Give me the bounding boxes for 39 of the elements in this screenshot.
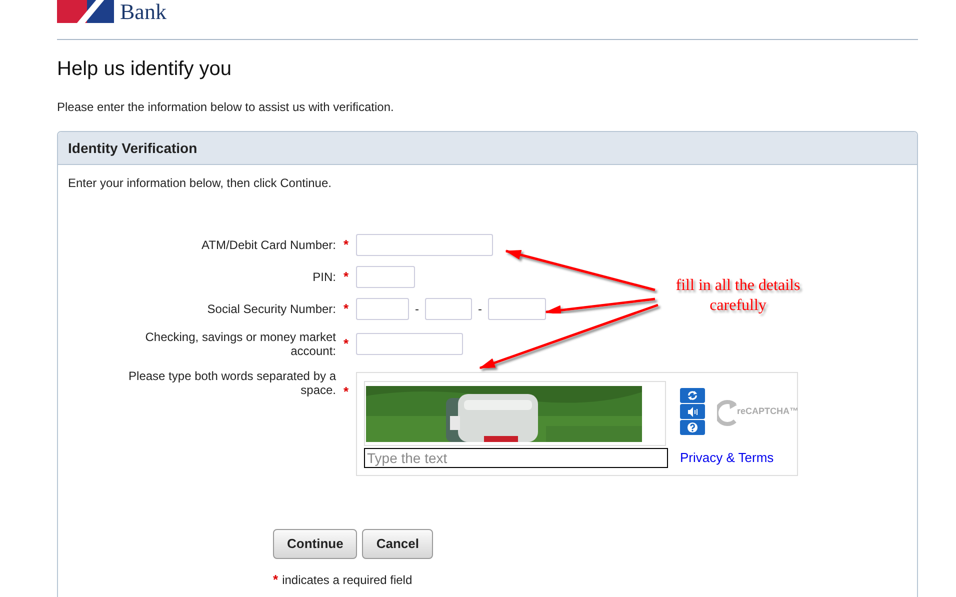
text-field[interactable] [356,266,415,288]
help-button[interactable] [680,420,705,435]
logo-text: reCAPTCHA™ [737,405,799,418]
text-field[interactable] [356,298,409,320]
intro-text: Please enter the information below to assist us with verification. [57,100,395,114]
page-heading: Help us identify you [57,57,233,81]
required-mark: * [273,572,278,587]
field-label: ATM/Debit Card Number: [200,238,336,252]
speaker-icon [686,406,698,416]
required-mark: * [342,383,350,401]
required-mark: * [342,268,350,286]
privacy-terms-link[interactable]: Privacy & Terms [680,448,799,467]
required-mark: * [342,300,350,318]
field-label: Social Security Number: [206,302,336,316]
text-field[interactable] [356,234,493,256]
annotation-text: fill in all the details carefully [674,276,802,316]
refresh-icon [687,390,698,401]
captcha-input[interactable]: Type the text [364,448,668,468]
text-field[interactable] [488,298,546,320]
instructions-text: Enter your information below, then click Continue. [68,176,332,190]
audio-button[interactable] [680,404,705,419]
logo-icon [57,0,114,23]
required-mark: * [342,335,350,354]
footnote-text: indicates a required field [282,573,412,587]
field-label: Checking, savings or money market account: [144,330,336,358]
separator-text: - [415,301,419,318]
refresh-button[interactable] [680,388,705,403]
required-mark: * [342,236,350,254]
field-label: Please type both words separated by a space. [128,369,336,397]
help-icon [687,422,698,433]
logo-text: Bank [120,1,166,23]
text-field[interactable] [356,333,463,355]
recaptcha-logo-icon [717,397,737,427]
form-button[interactable]: Continue [273,529,358,559]
text-field[interactable] [425,298,472,320]
field-label: PIN: [312,270,336,284]
separator-text: - [478,301,482,318]
form-button[interactable]: Cancel [362,529,433,559]
panel-title: Identity Verification [58,132,917,165]
